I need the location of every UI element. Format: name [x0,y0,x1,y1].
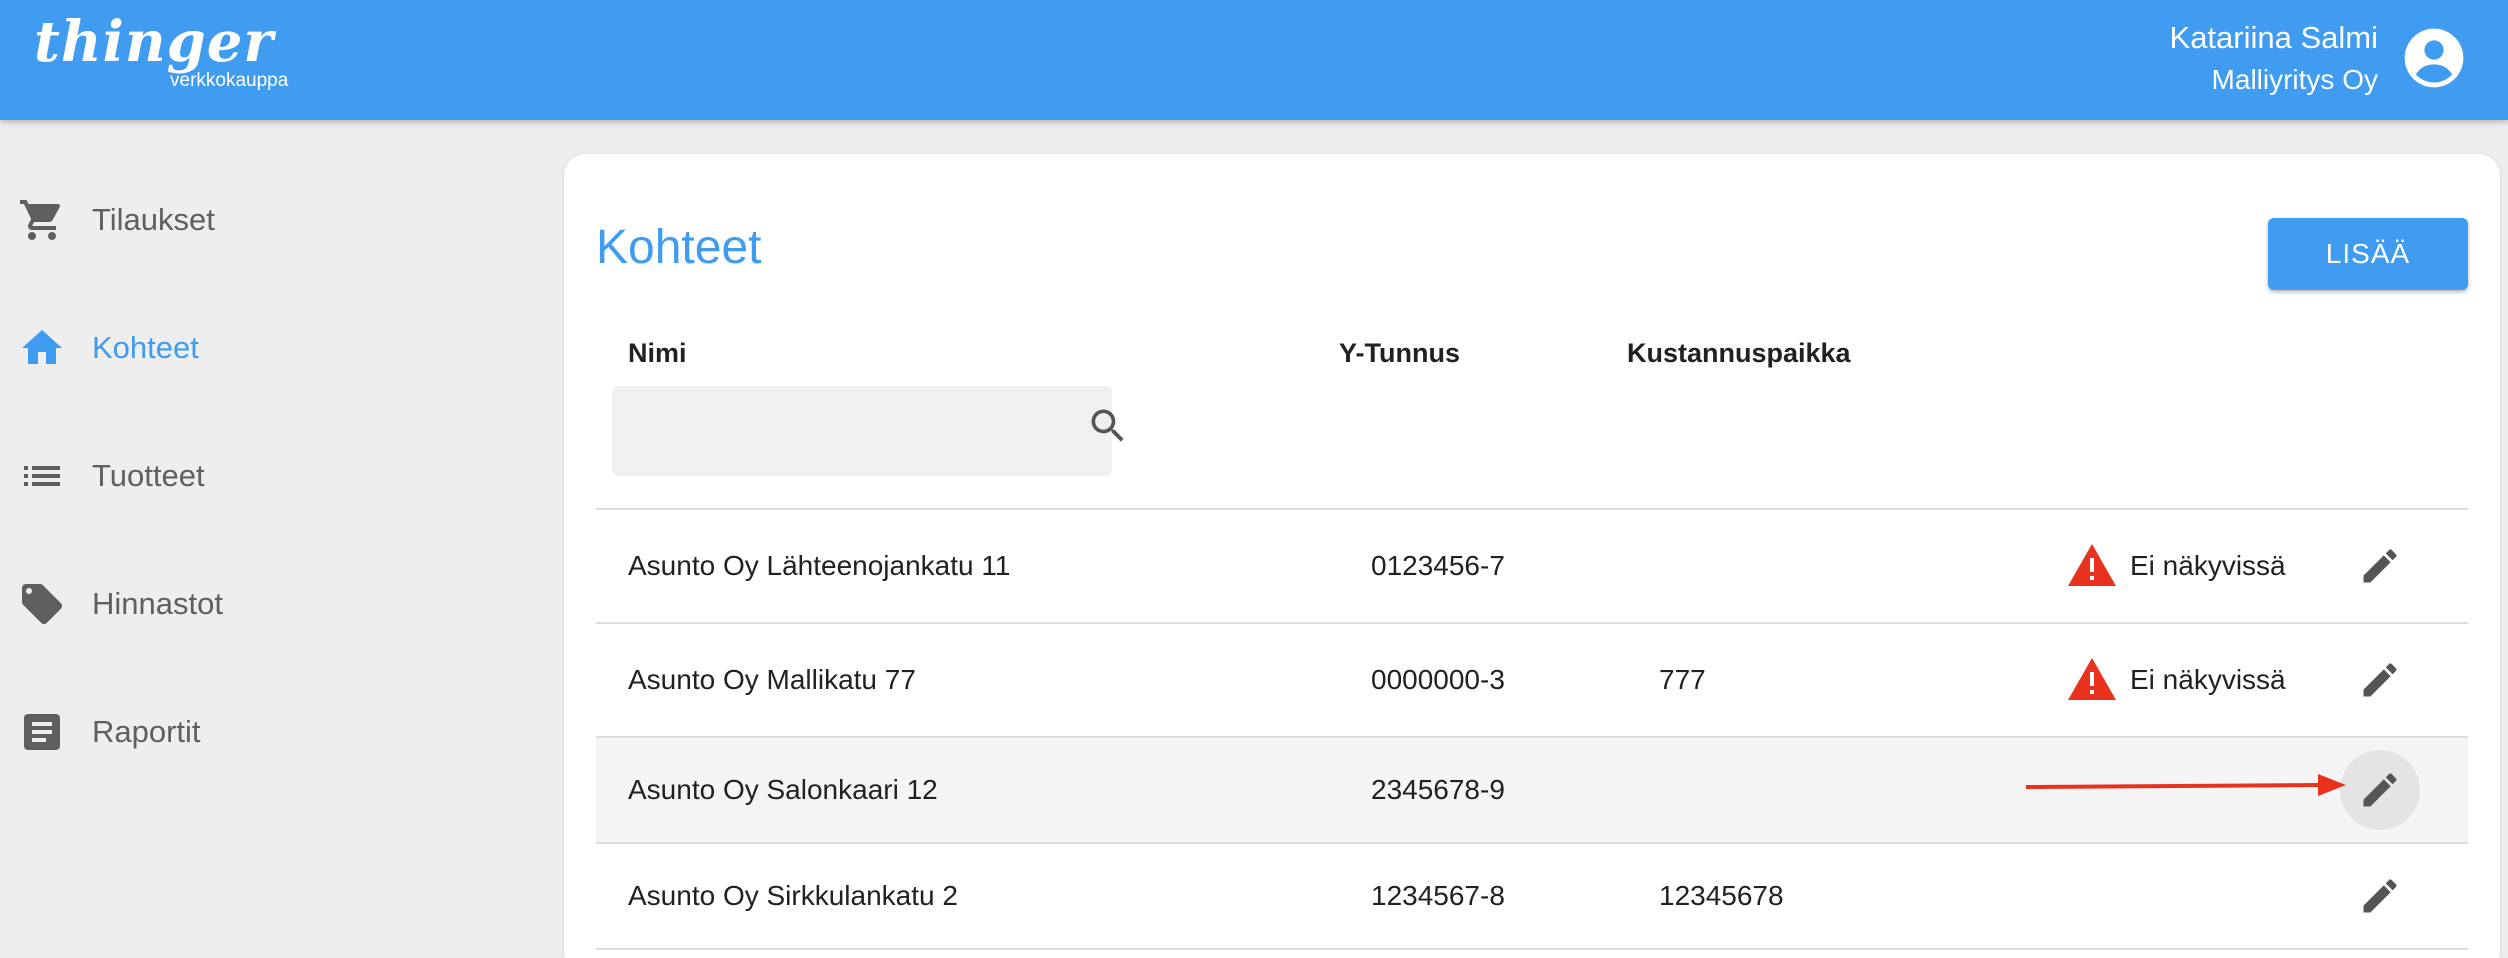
edit-button[interactable] [2340,856,2420,936]
logo-subtext: verkkokauppa [170,70,289,91]
sidebar-item-raportit[interactable]: Raportit [0,692,540,772]
row-ytunnus: 2345678-9 [1371,774,1505,805]
search-field [612,386,1124,476]
main-card: Kohteet LISÄÄ Nimi Y-Tunnus Kustannuspai… [564,154,2500,958]
company-name: Malliyritys Oy [2211,64,2378,95]
edit-icon [2363,663,2397,697]
row-ytunnus: 0000000-3 [1371,664,1505,695]
home-icon [22,330,62,364]
row-ytunnus: 0123456-7 [1371,550,1505,581]
user-name: Katariina Salmi [2169,20,2378,55]
app-header: thinger verkkokauppa Katariina Salmi Mal… [0,0,2508,120]
add-button[interactable]: LISÄÄ [2268,218,2468,290]
row-kustannuspaikka: 12345678 [1659,880,1784,911]
sidebar-item-kohteet[interactable]: Kohteet [0,308,540,388]
status-text: Ei näkyvissä [2130,550,2286,581]
edit-button[interactable] [2340,750,2420,830]
column-header-kustannuspaikka[interactable]: Kustannuspaikka [1627,338,1851,369]
table-row[interactable]: Asunto Oy Mallikatu 77 0000000-3 777 Ei … [596,622,2468,736]
user-info: Katariina Salmi Malliyritys Oy [2170,18,2378,100]
cart-icon [20,200,61,240]
tag-icon [22,584,62,624]
row-name: Asunto Oy Salonkaari 12 [628,774,938,805]
sidebar: Tilaukset Kohteet Tuotteet Hinnastot Rap… [0,120,560,958]
visibility-status: Ei näkyvissä [2068,544,2286,588]
warning-icon [2068,658,2116,700]
table-row[interactable]: Asunto Oy Sirkkulankatu 2 1234567-8 1234… [596,842,2468,948]
warning-icon [2068,544,2116,586]
edit-icon [2363,773,2397,807]
account-circle-icon[interactable] [2402,26,2466,90]
row-name: Asunto Oy Lähteenojankatu 11 [628,550,1011,581]
annotation-arrow [2025,774,2346,796]
edit-icon [2363,549,2397,583]
sidebar-item-hinnastot[interactable]: Hinnastot [0,564,540,644]
column-header-nimi[interactable]: Nimi [628,338,687,369]
search-input[interactable] [628,406,1028,456]
sidebar-item-label: Kohteet [92,330,199,365]
edit-button[interactable] [2340,640,2420,720]
status-text: Ei näkyvissä [2130,664,2286,695]
row-kustannuspaikka: 777 [1659,664,1706,695]
edit-icon [2363,879,2397,913]
edit-button[interactable] [2340,526,2420,606]
row-name: Asunto Oy Mallikatu 77 [628,664,916,695]
table-row[interactable]: Asunto Oy Lähteenojankatu 11 0123456-7 E… [596,508,2468,622]
list-icon [24,466,60,486]
report-icon [24,714,60,750]
sidebar-item-tilaukset[interactable]: Tilaukset [0,180,540,260]
sidebar-item-label: Tuotteet [92,458,205,493]
row-name: Asunto Oy Sirkkulankatu 2 [628,880,958,911]
visibility-status: Ei näkyvissä [2068,658,2286,702]
logo-text: thinger [34,9,274,75]
sidebar-item-label: Tilaukset [92,202,215,237]
row-ytunnus: 1234567-8 [1371,880,1505,911]
table-row-divider [596,948,2468,958]
sidebar-item-label: Raportit [92,714,201,749]
sidebar-item-tuotteet[interactable]: Tuotteet [0,436,540,516]
column-header-ytunnus[interactable]: Y-Tunnus [1339,338,1460,369]
search-icon[interactable] [1086,404,1130,448]
page-title: Kohteet [596,221,762,274]
logo[interactable]: thinger verkkokauppa [34,9,288,91]
sidebar-item-label: Hinnastot [92,586,223,621]
